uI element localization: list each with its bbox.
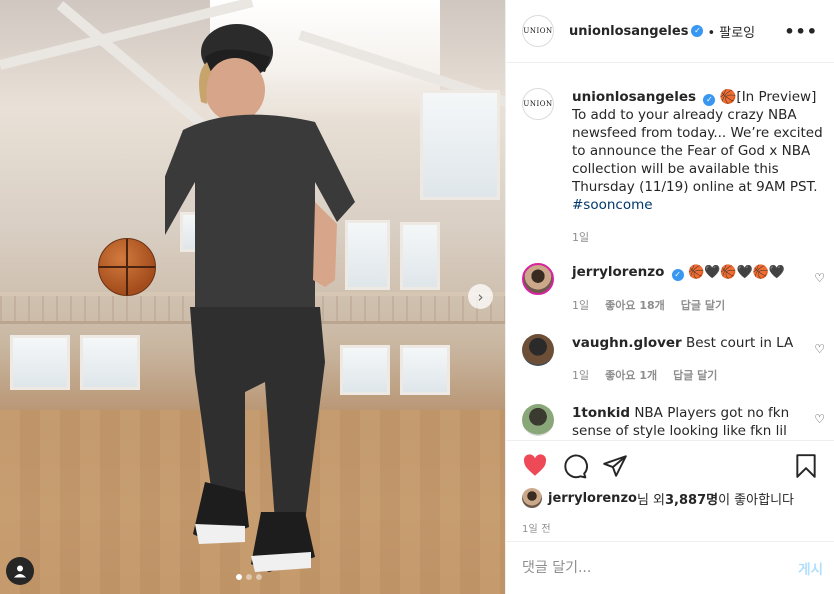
comment-time: 1일: [572, 299, 590, 312]
photo-window: [10, 335, 70, 390]
heart-icon[interactable]: ♡: [814, 342, 825, 356]
carousel-dots: [236, 574, 262, 580]
share-icon[interactable]: [602, 453, 628, 479]
comment-item: 1tonkid NBA Players got no fkn sense of …: [522, 404, 825, 440]
carousel-dot-active: [236, 574, 242, 580]
likes-summary[interactable]: jerrylorenzo 님 외 3,887명 이 좋아합니다: [522, 488, 819, 508]
comment-input[interactable]: [522, 560, 799, 576]
add-comment-bar: 게시: [506, 541, 834, 594]
more-options-button[interactable]: •••: [784, 22, 818, 41]
caption-username[interactable]: unionlosangeles: [572, 89, 696, 105]
logo-text: UNION: [523, 27, 553, 35]
comment-icon[interactable]: [562, 453, 588, 479]
action-bar: jerrylorenzo 님 외 3,887명 이 좋아합니다 1일 전: [506, 440, 834, 540]
comment-time: 1일: [572, 369, 590, 382]
likes-count[interactable]: 3,887명: [665, 489, 718, 508]
tag-user-icon[interactable]: [6, 557, 34, 585]
basketball: [98, 238, 156, 296]
comment-likes[interactable]: 좋아요 1개: [605, 367, 657, 385]
caption: UNION unionlosangeles ✓ 🏀[In Preview] To…: [522, 88, 823, 245]
account-avatar[interactable]: UNION: [522, 15, 554, 47]
heart-icon[interactable]: ♡: [814, 271, 825, 285]
comment-meta: 1일 좋아요 18개 답글 달기: [572, 297, 802, 315]
comment-item: vaughn.glover Best court in LA 1일 좋아요 1개…: [522, 334, 825, 385]
caption-text: unionlosangeles ✓ 🏀[In Preview] To add t…: [572, 88, 830, 214]
post-comment-button[interactable]: 게시: [798, 558, 823, 578]
comment-item: jerrylorenzo ✓ 🏀🖤🏀🖤🏀🖤 1일 좋아요 18개 답글 달기 ♡: [522, 263, 825, 315]
photo-window: [400, 222, 440, 290]
comment-text: 🏀🖤🏀🖤🏀🖤: [687, 265, 786, 280]
carousel-dot: [246, 574, 252, 580]
post-header: UNION unionlosangeles ✓ • 팔로잉 •••: [506, 0, 834, 63]
account-username[interactable]: unionlosangeles: [569, 24, 688, 39]
comments-list[interactable]: UNION unionlosangeles ✓ 🏀[In Preview] To…: [506, 64, 834, 440]
heart-icon[interactable]: ♡: [814, 412, 825, 426]
carousel-dot: [256, 574, 262, 580]
photo-window: [420, 90, 500, 200]
comment-avatar[interactable]: [522, 263, 554, 295]
verified-icon: ✓: [703, 94, 716, 106]
comment-meta: 1일 좋아요 1개 답글 달기: [572, 367, 802, 385]
post-photo[interactable]: ›: [0, 0, 505, 594]
liker-avatar[interactable]: [522, 488, 542, 508]
comment-username[interactable]: jerrylorenzo: [572, 264, 664, 280]
caption-time: 1일: [572, 231, 590, 244]
post-time[interactable]: 1일 전: [522, 520, 819, 535]
likes-middle: 님 외: [636, 492, 665, 508]
heart-icon[interactable]: [522, 453, 548, 479]
comment-likes[interactable]: 좋아요 18개: [605, 297, 665, 315]
bookmark-icon[interactable]: [793, 453, 819, 479]
photo-window: [400, 345, 450, 395]
following-button[interactable]: • 팔로잉: [707, 22, 755, 41]
caption-meta: 1일: [572, 229, 830, 245]
reply-button[interactable]: 답글 달기: [673, 367, 717, 385]
next-arrow-icon[interactable]: ›: [468, 284, 493, 309]
photo-person: [165, 24, 355, 572]
likes-suffix: 이 좋아합니다: [718, 492, 794, 508]
post-panel: UNION unionlosangeles ✓ • 팔로잉 ••• UNION …: [505, 0, 834, 594]
reply-button[interactable]: 답글 달기: [681, 297, 725, 315]
comment-username[interactable]: vaughn.glover: [572, 335, 682, 351]
liker-username[interactable]: jerrylorenzo: [548, 491, 637, 506]
verified-icon: ✓: [691, 25, 704, 37]
comment-avatar[interactable]: [522, 404, 554, 436]
logo-text: UNION: [523, 100, 553, 108]
verified-icon: ✓: [671, 269, 684, 281]
comment-text: Best court in LA: [686, 335, 794, 351]
hashtag-link[interactable]: #sooncome: [572, 197, 653, 213]
comment-avatar[interactable]: [522, 334, 554, 366]
caption-avatar[interactable]: UNION: [522, 88, 554, 120]
photo-window: [80, 335, 140, 390]
comment-username[interactable]: 1tonkid: [572, 405, 630, 421]
